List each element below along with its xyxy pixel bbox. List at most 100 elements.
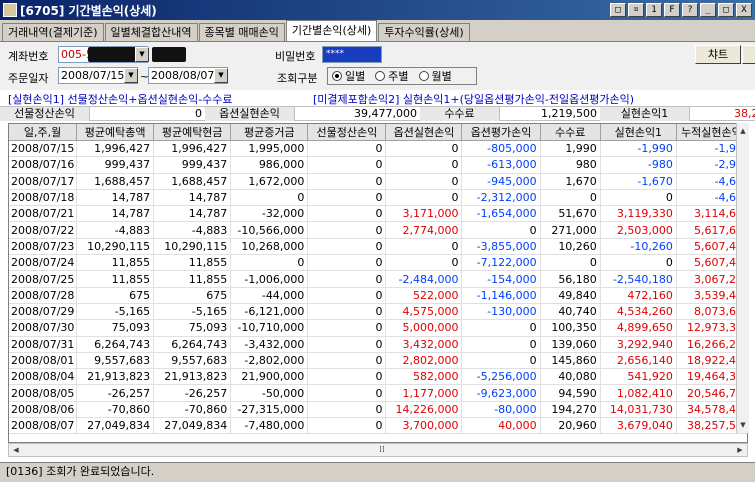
- cell-avg-deposit-cash: 9,557,683: [153, 352, 232, 370]
- cell-period: 2008/07/15: [9, 140, 78, 158]
- cell-futures-settle: 0: [307, 238, 387, 256]
- table-row[interactable]: 2008/07/25 11,855 11,855 -1,006,000 0 -2,484,…: [9, 270, 747, 288]
- maximize-icon[interactable]: □: [718, 3, 734, 17]
- date-from-dropdown-icon[interactable]: ▼: [124, 68, 138, 83]
- table-row[interactable]: 2008/07/17 1,688,457 1,688,457 1,672,000 0 0-…: [9, 173, 747, 190]
- tab-trade-history[interactable]: 거래내역(결제기준): [2, 23, 104, 41]
- cell-realized1: -980: [600, 156, 677, 174]
- cell-futures-settle: 0: [307, 336, 387, 353]
- table-row[interactable]: 2008/07/16 999,437 999,437 986,000 0 0 -613,00…: [9, 156, 747, 174]
- cell-avg-deposit-cash: 675: [153, 287, 232, 304]
- table-row[interactable]: 2008/08/07 27,049,834 27,049,834 -7,480,000…: [9, 417, 747, 435]
- col-header-avg-deposit-cash[interactable]: 평균예탁현금: [153, 124, 232, 141]
- table-row[interactable]: 2008/07/15 1,996,427 1,996,427 1,995,000 0 0-…: [9, 140, 747, 158]
- cell-fee: 40,080: [540, 368, 601, 386]
- close-icon[interactable]: X: [736, 3, 752, 17]
- table-row[interactable]: 2008/07/22 -4,883 -4,883 -10,566,000 0 2,774,…: [9, 221, 747, 239]
- scroll-right-icon[interactable]: ▶: [734, 444, 746, 456]
- cell-avg-deposit-total: -5,165: [76, 303, 155, 321]
- table-body: 2008/07/15 1,996,427 1,996,427 1,995,000 0 0-…: [9, 140, 747, 435]
- table-row[interactable]: 2008/07/28 675 675 -44,000 0 522,000 -1,146,00…: [9, 287, 747, 304]
- table-row[interactable]: 2008/07/29 -5,165 -5,165 -6,121,000 0 4,575,0…: [9, 303, 747, 321]
- scroll-left-icon[interactable]: ◀: [10, 444, 22, 456]
- col-header-fee[interactable]: 수수료: [540, 124, 601, 141]
- tab-daily-execution[interactable]: 일별체결합산내역: [104, 23, 198, 41]
- scroll-down-icon[interactable]: ▼: [737, 419, 749, 431]
- account-name-mask: [152, 47, 186, 62]
- col-header-avg-margin[interactable]: 평균증거금: [230, 124, 309, 141]
- cell-avg-deposit-total: -70,860: [76, 401, 155, 419]
- cell-period: 2008/08/05: [9, 384, 78, 402]
- radio-daily[interactable]: 일별: [332, 68, 365, 84]
- table-row[interactable]: 2008/08/01 9,557,683 9,557,683 -2,802,000 0 2…: [9, 352, 747, 370]
- cell-avg-margin: 1,672,000: [230, 173, 309, 190]
- cell-realized1: 0: [600, 189, 677, 207]
- window-pin-icon[interactable]: ¤: [628, 3, 644, 17]
- chart-button[interactable]: 챠트: [695, 45, 741, 64]
- window-one-icon[interactable]: 1: [646, 3, 662, 17]
- cell-option-eval: 0: [461, 352, 541, 370]
- password-input[interactable]: ****: [322, 46, 382, 63]
- col-header-period[interactable]: 일,주,월: [9, 124, 78, 141]
- cell-option-realized: 0: [385, 254, 463, 272]
- table-row[interactable]: 2008/07/31 6,264,743 6,264,743 -3,432,000 0 3…: [9, 336, 747, 353]
- horizontal-scrollbar[interactable]: ◀ ⁞⁞ ▶: [8, 443, 748, 457]
- tab-period-pnl[interactable]: 기간별손익(상세): [285, 20, 378, 41]
- cell-realized1: -1,670: [600, 173, 677, 190]
- account-dropdown-icon[interactable]: ▼: [135, 47, 149, 62]
- scroll-up-icon[interactable]: ▲: [737, 125, 749, 137]
- cell-realized1: 4,899,650: [600, 319, 677, 337]
- cell-avg-margin: -1,006,000: [230, 270, 309, 288]
- formula-realized: [실현손익1] 선물정산손익+옵션실현손익-수수료: [8, 93, 233, 106]
- cell-option-eval: 0: [461, 221, 541, 239]
- tab-investment-return[interactable]: 투자수익률(상세): [378, 23, 470, 41]
- cell-option-eval: -1,146,000: [461, 287, 541, 304]
- cell-option-realized: -2,484,000: [385, 270, 463, 288]
- table-row[interactable]: 2008/08/04 21,913,823 21,913,823 21,900,000…: [9, 368, 747, 386]
- table-row[interactable]: 2008/07/30 75,093 75,093 -10,710,000 0 5,000,…: [9, 319, 747, 337]
- table-row[interactable]: 2008/08/06 -70,860 -70,860 -27,315,000 0 14,2…: [9, 401, 747, 419]
- col-header-avg-deposit-total[interactable]: 평균예탁총액: [76, 124, 155, 141]
- vertical-scrollbar[interactable]: ▲ ▼: [736, 123, 749, 433]
- cell-realized1: 3,292,940: [600, 336, 677, 353]
- window-dock-icon[interactable]: □: [610, 3, 626, 17]
- window-f-icon[interactable]: F: [664, 3, 680, 17]
- table-row[interactable]: 2008/08/05 -26,257 -26,257 -50,000 0 1,177,00…: [9, 384, 747, 402]
- table-row[interactable]: 2008/07/24 11,855 11,855 0 0 0 -7,122,000 0 0 5,6…: [9, 254, 747, 272]
- minimize-icon[interactable]: _: [700, 3, 716, 17]
- cell-option-realized: 2,802,000: [385, 352, 463, 370]
- tab-item-pnl[interactable]: 종목별 매매손익: [198, 23, 285, 41]
- radio-monthly[interactable]: 월별: [418, 68, 452, 84]
- cell-realized1: 0: [600, 254, 677, 272]
- cell-option-realized: 0: [385, 140, 463, 158]
- tab-bar: 거래내역(결제기준) 일별체결합산내역 종목별 매매손익 기간별손익(상세) 투…: [0, 20, 755, 42]
- col-header-option-realized[interactable]: 옵션실현손익: [385, 124, 463, 141]
- formula-line: [실현손익1] 선물정산손익+옵션실현손익-수수료 [미결제포함손익2] 실현손…: [0, 90, 755, 106]
- table-row[interactable]: 2008/07/21 14,787 14,787 -32,000 0 3,171,000-…: [9, 205, 747, 223]
- cell-futures-settle: 0: [307, 417, 387, 435]
- cell-option-eval: -130,000: [461, 303, 541, 321]
- cell-avg-deposit-total: 14,787: [76, 189, 155, 207]
- cell-realized1: -10,260: [600, 238, 677, 256]
- cell-futures-settle: 0: [307, 140, 387, 158]
- col-header-futures-settle[interactable]: 선물정산손익: [307, 124, 387, 141]
- cell-period: 2008/07/18: [9, 189, 78, 207]
- cell-futures-settle: 0: [307, 189, 387, 207]
- cell-option-eval: 0: [461, 336, 541, 353]
- col-header-realized1[interactable]: 실현손익1: [600, 124, 677, 141]
- radio-weekly-label: 주별: [388, 70, 409, 83]
- scroll-thumb-grip-icon[interactable]: ⁞⁞: [375, 444, 389, 456]
- cell-avg-deposit-total: 1,996,427: [76, 140, 155, 158]
- cell-avg-deposit-cash: 10,290,115: [153, 238, 232, 256]
- extra-button[interactable]: [742, 45, 755, 64]
- cell-realized1: 2,503,000: [600, 221, 677, 239]
- table-row[interactable]: 2008/07/18 14,787 14,787 0 0 0 -2,312,000 0 0 -4,…: [9, 189, 747, 207]
- help-icon[interactable]: ?: [682, 3, 698, 17]
- cell-futures-settle: 0: [307, 254, 387, 272]
- date-to-dropdown-icon[interactable]: ▼: [214, 68, 228, 83]
- cell-avg-deposit-total: 999,437: [76, 156, 155, 174]
- col-header-option-eval[interactable]: 옵션평가손익: [461, 124, 541, 141]
- radio-weekly[interactable]: 주별: [375, 68, 409, 84]
- table-row[interactable]: 2008/07/23 10,290,115 10,290,115 10,268,000…: [9, 238, 747, 256]
- title-buttons: □ ¤ 1 F ? _ □ X: [610, 3, 752, 17]
